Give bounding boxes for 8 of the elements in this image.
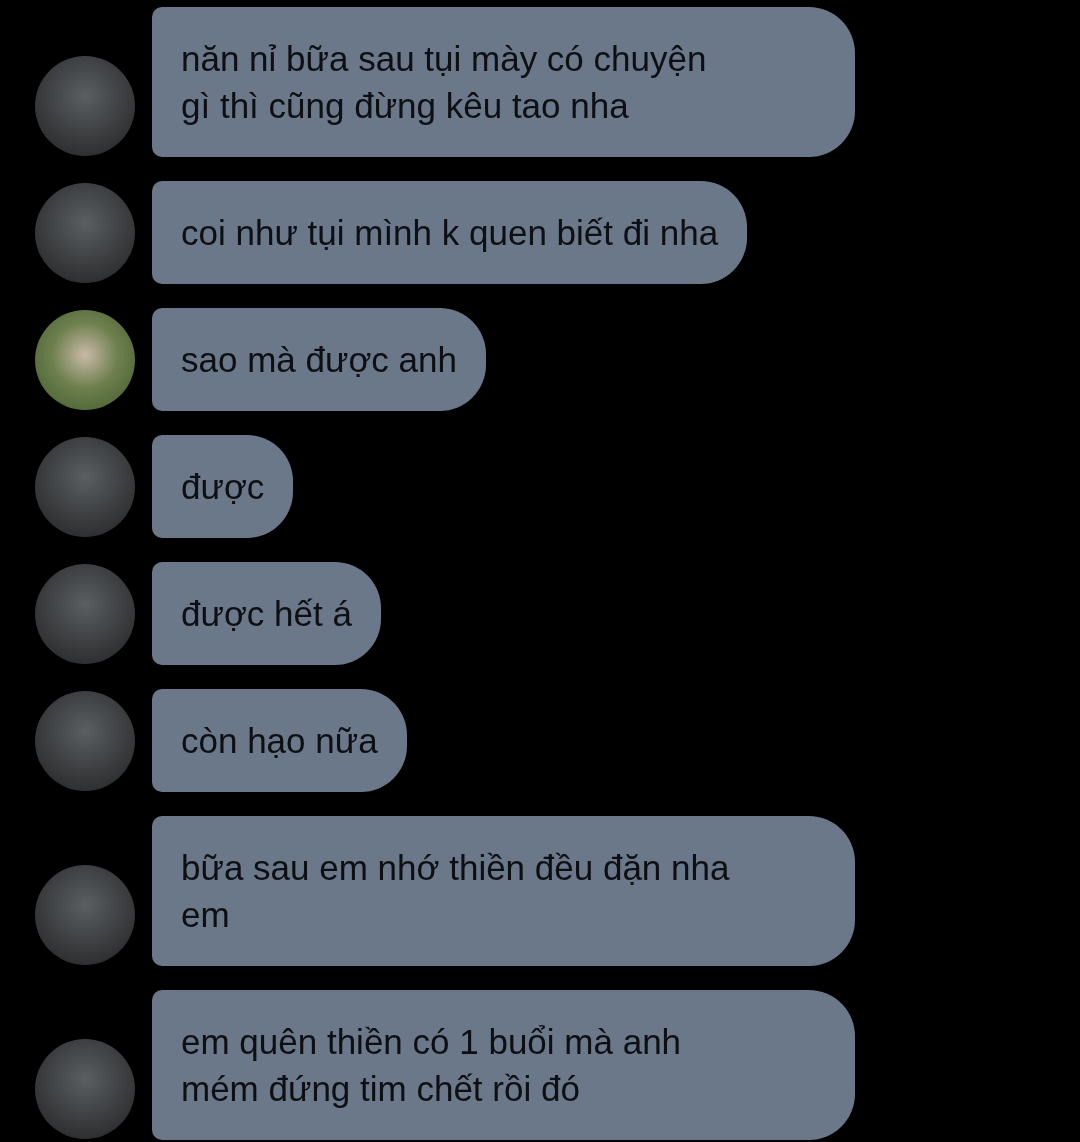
message-bubble: coi như tụi mình k quen biết đi nha [152,181,748,284]
message-bubble: còn hạo nữa [152,689,407,792]
message-bubble: bữa sau em nhớ thiền đều đặn nha em [152,816,855,966]
message-bubble: được hết á [152,562,381,665]
message-bubble: sao mà được anh [152,308,486,411]
message-bubble: em quên thiền có 1 buổi mà anh mém đứng tim chết rồi đó [152,990,855,1140]
message-bubble: được [152,435,294,538]
message-bubble: năn nỉ bữa sau tụi mày có chuyện gì thì cũng đừng kêu tao nha [152,7,855,157]
